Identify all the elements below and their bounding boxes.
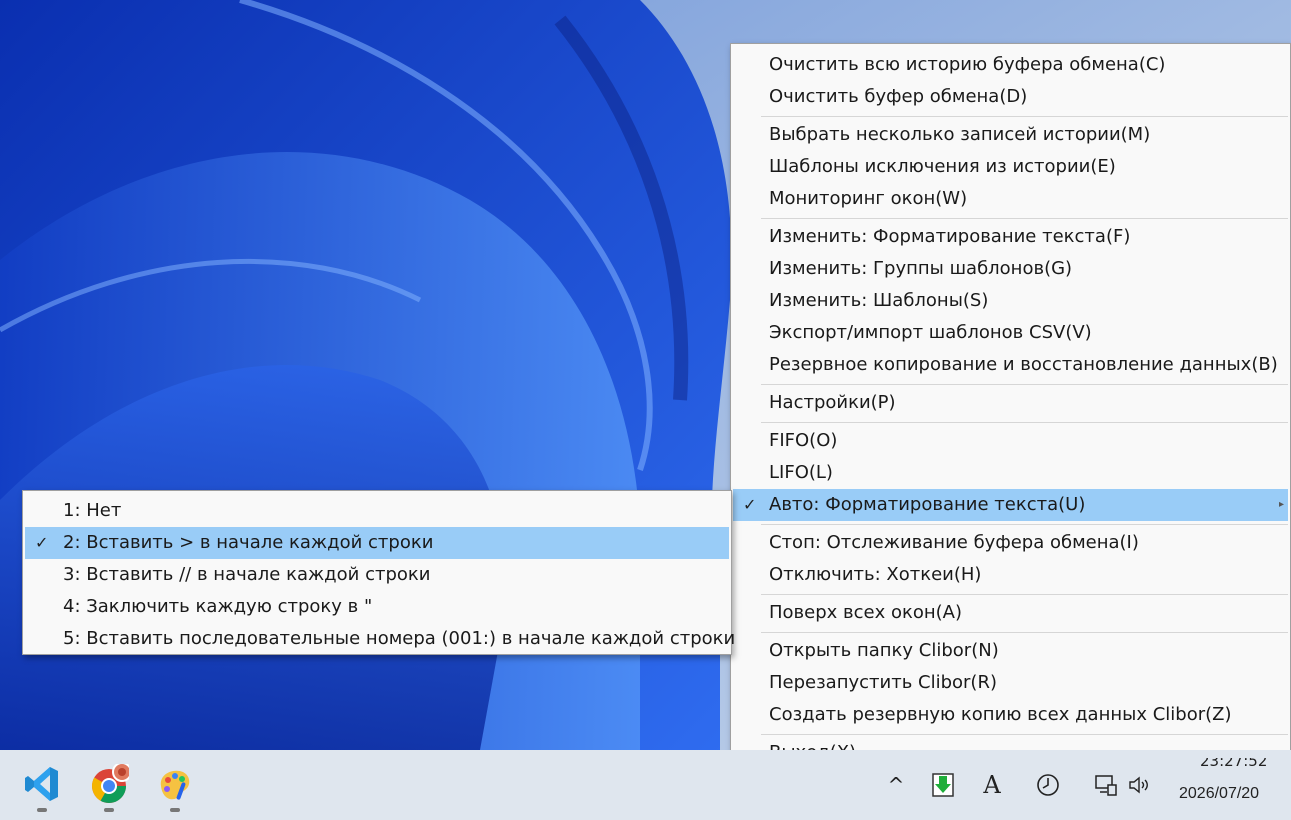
running-indicator [37,808,47,812]
menu-item-1[interactable]: Очистить буфер обмена(D) [731,81,1290,113]
menu-separator [761,594,1288,595]
download-arrow-icon [932,773,954,797]
menu-separator [761,422,1288,423]
ime-icon[interactable]: A [979,771,1005,799]
menu-item-label: Авто: Форматирование текста(U) [769,494,1086,515]
menu-separator [761,734,1288,735]
submenu-item-label: 4: Заключить каждую строку в " [63,596,373,617]
menu-item-4[interactable]: Мониторинг окон(W) [731,183,1290,215]
monitor-icon [1095,775,1117,796]
network-icon[interactable] [1093,772,1119,798]
menu-separator [761,116,1288,117]
submenu-arrow-icon: ▸ [1278,499,1284,510]
menu-item-10[interactable]: Настройки(P) [731,387,1290,419]
menu-item-19[interactable]: Создать резервную копию всех данных Clib… [731,699,1290,731]
clibor-context-menu: Очистить всю историю буфера обмена(C) Очи… [730,43,1291,774]
menu-item-11[interactable]: FIFO(O) [731,425,1290,457]
menu-item-5[interactable]: Изменить: Форматирование текста(F) [731,221,1290,253]
menu-item-label: Выбрать несколько записей истории(M) [769,124,1151,145]
menu-item-label: Экспорт/импорт шаблонов CSV(V) [769,322,1092,343]
menu-item-3[interactable]: Шаблоны исключения из истории(E) [731,151,1290,183]
submenu-item-label: 5: Вставить последовательные номера (001… [63,628,736,649]
menu-item-2[interactable]: Выбрать несколько записей истории(M) [731,119,1290,151]
submenu-item-3[interactable]: 4: Заключить каждую строку в " [23,591,731,623]
paint-taskbar-button[interactable] [155,764,195,812]
clock-date[interactable]: 2026/07/20 [1179,785,1259,803]
menu-item-label: Перезапустить Clibor(R) [769,672,997,693]
menu-item-label: Мониторинг окон(W) [769,188,968,209]
menu-item-13[interactable]: ✓ Авто: Форматирование текста(U) ▸ [733,489,1288,521]
menu-separator [761,632,1288,633]
submenu-item-2[interactable]: 3: Вставить // в начале каждой строки [23,559,731,591]
clock-app-icon[interactable] [1035,772,1061,798]
volume-icon[interactable] [1126,772,1152,798]
menu-item-9[interactable]: Резервное копирование и восстановление д… [731,349,1290,381]
menu-item-label: Очистить всю историю буфера обмена(C) [769,54,1166,75]
running-indicator [170,808,180,812]
menu-item-label: Стоп: Отслеживание буфера обмена(I) [769,532,1139,553]
submenu-item-4[interactable]: 5: Вставить последовательные номера (001… [23,623,735,655]
chevron-up-icon[interactable]: ^ [883,772,909,798]
menu-item-0[interactable]: Очистить всю историю буфера обмена(C) [731,49,1290,81]
paint-icon [160,770,190,800]
menu-item-6[interactable]: Изменить: Группы шаблонов(G) [731,253,1290,285]
checkmark-icon: ✓ [743,495,757,514]
menu-item-label: Открыть папку Clibor(N) [769,640,999,661]
chrome-icon [92,762,132,803]
submenu-item-label: 3: Вставить // в начале каждой строки [63,564,431,585]
submenu-item-0[interactable]: 1: Нет [23,495,731,527]
chrome-taskbar-button[interactable] [89,762,132,812]
menu-separator [761,218,1288,219]
submenu-item-label: 1: Нет [63,500,122,521]
menu-item-label: Отключить: Хоткеи(H) [769,564,982,585]
menu-item-7[interactable]: Изменить: Шаблоны(S) [731,285,1290,317]
running-indicator [104,808,114,812]
menu-item-label: LIFO(L) [769,462,833,483]
menu-item-15[interactable]: Отключить: Хоткеи(H) [731,559,1290,591]
clock-icon [1037,774,1059,796]
checkmark-icon: ✓ [35,533,49,552]
vscode-icon [25,767,58,801]
menu-item-label: Изменить: Форматирование текста(F) [769,226,1131,247]
menu-item-label: Очистить буфер обмена(D) [769,86,1028,107]
download-tray-icon[interactable] [930,772,956,798]
menu-item-18[interactable]: Перезапустить Clibor(R) [731,667,1290,699]
menu-item-16[interactable]: Поверх всех окон(A) [731,597,1290,629]
menu-item-label: Поверх всех окон(A) [769,602,963,623]
menu-item-label: Настройки(P) [769,392,896,413]
menu-item-label: Создать резервную копию всех данных Clib… [769,704,1232,725]
menu-item-label: Шаблоны исключения из истории(E) [769,156,1116,177]
menu-item-label: Резервное копирование и восстановление д… [769,354,1278,375]
taskbar: ^ A 23:27:52 2026/07/20 [0,750,1291,820]
menu-separator [761,384,1288,385]
clock-time[interactable]: 23:27:52 [1200,758,1267,770]
menu-item-17[interactable]: Открыть папку Clibor(N) [731,635,1290,667]
menu-item-label: FIFO(O) [769,430,838,451]
menu-item-label: Изменить: Шаблоны(S) [769,290,989,311]
menu-item-label: Изменить: Группы шаблонов(G) [769,258,1073,279]
speaker-icon [1129,776,1148,794]
auto-format-submenu: 1: Нет ✓ 2: Вставить > в начале каждой стр… [22,490,735,655]
vscode-taskbar-button[interactable] [22,764,62,812]
menu-item-8[interactable]: Экспорт/импорт шаблонов CSV(V) [731,317,1290,349]
menu-separator [761,524,1288,525]
submenu-item-1[interactable]: ✓ 2: Вставить > в начале каждой строки [25,527,729,559]
submenu-item-label: 2: Вставить > в начале каждой строки [63,532,434,553]
menu-item-12[interactable]: LIFO(L) [731,457,1290,489]
menu-item-14[interactable]: Стоп: Отслеживание буфера обмена(I) [731,527,1290,559]
